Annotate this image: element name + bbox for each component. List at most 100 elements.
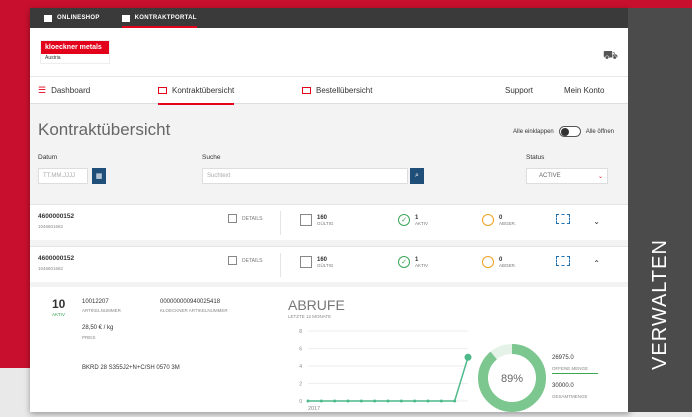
- contract-sub: 1046601662: [38, 224, 64, 229]
- tab-kontraktportal[interactable]: KONTRAKTPORTAL: [121, 8, 197, 28]
- menu-icon: ☰: [38, 85, 47, 95]
- details-link[interactable]: DETAILS: [228, 256, 262, 265]
- artikelnummer-label: ARTIKELNUMMER: [82, 308, 121, 313]
- contract-id: 4600000152: [38, 213, 75, 220]
- nav-kontraktuebersicht[interactable]: Kontraktübersicht: [158, 77, 235, 105]
- nav-label: Support: [505, 86, 534, 95]
- active-count: 10: [52, 297, 66, 311]
- kloeckner-number: 000000000940025418: [160, 299, 221, 305]
- tab-label: ONLINESHOP: [57, 15, 100, 21]
- abger-stat: 0 ABGER.: [482, 256, 516, 268]
- chevron-down-icon: ⌄: [597, 173, 603, 180]
- nav-label: Mein Konto: [564, 86, 605, 95]
- data-point: [319, 399, 323, 403]
- data-point: [453, 399, 457, 403]
- chevron-up-icon[interactable]: ⌃: [593, 259, 600, 268]
- abrufe-title: ABRUFE: [288, 297, 345, 313]
- data-point: [306, 399, 310, 403]
- switch-knob: [560, 128, 569, 136]
- abger-stat: 0 ABGER.: [482, 214, 516, 226]
- aktiv-stat: ✓ 1 AKTIV: [398, 256, 428, 268]
- nav-label: Bestellübersicht: [316, 86, 373, 95]
- calendar-button[interactable]: ▦: [92, 168, 106, 184]
- contract-row[interactable]: 4600000152 1046601662 DETAILS 160 GÜLTIG …: [30, 204, 630, 240]
- datum-label: Datum: [38, 154, 58, 161]
- nav-bestelluebersicht[interactable]: Bestellübersicht: [302, 77, 372, 104]
- contract-row[interactable]: 4600000152 1046601662 DETAILS 160 GÜLTIG …: [30, 246, 630, 282]
- preis: 28,50 € / kg: [82, 325, 114, 331]
- contract-detail: 10 AKTIV 10012207 ARTIKELNUMMER 00000000…: [30, 287, 630, 412]
- top-bar: ONLINESHOP KONTRAKTPORTAL: [30, 8, 630, 28]
- truck-icon[interactable]: ⛟: [603, 48, 618, 64]
- progress-ring: 89%: [478, 344, 546, 412]
- offene-underline: [552, 373, 598, 374]
- main-nav: ☰ Dashboard Kontraktübersicht Bestellüber…: [30, 76, 630, 105]
- pin-button[interactable]: [556, 214, 570, 224]
- abrufe-chart: 0 2 4 6 8 2017: [299, 329, 472, 412]
- logo[interactable]: kloeckner metals Austria: [40, 40, 110, 64]
- status-select[interactable]: ACTIVE ⌄: [526, 168, 608, 184]
- cart-icon: [44, 14, 52, 22]
- check-icon: ✓: [398, 256, 410, 268]
- x-tick-label: 2017: [308, 406, 320, 412]
- document-icon: [228, 256, 237, 265]
- offene-label: OFFENE MENGE: [552, 366, 589, 371]
- data-point: [399, 399, 403, 403]
- series-line: [308, 357, 469, 402]
- percent-text: 89%: [501, 373, 523, 385]
- expand-switch[interactable]: [558, 126, 581, 137]
- open-label: Alle öffnen: [585, 128, 614, 135]
- data-point: [373, 399, 377, 403]
- gesamt-label: GESAMTMENGE: [552, 394, 588, 399]
- aktiv-label: AKTIV: [415, 220, 429, 226]
- verwalten-label-wrap[interactable]: VERWALTEN: [628, 8, 692, 412]
- details-link[interactable]: DETAILS: [228, 214, 262, 223]
- page-title: Kontraktübersicht: [38, 120, 171, 139]
- order-icon: [302, 87, 311, 94]
- article-description: BKRD 28 S355J2+N+C/SH 0570 3M: [82, 365, 180, 371]
- data-point: [426, 399, 430, 403]
- tab-onlineshop[interactable]: ONLINESHOP: [44, 14, 100, 22]
- logo-subtext: Austria: [45, 55, 61, 61]
- pin-icon: [556, 214, 570, 224]
- abger-label: ABGER.: [499, 220, 517, 226]
- search-placeholder: Suchtext: [207, 173, 231, 179]
- search-input[interactable]: Suchtext: [202, 168, 408, 184]
- y-tick-label: 6: [299, 347, 302, 353]
- gueltig-label: GÜLTIG: [317, 220, 334, 226]
- logo-text: kloeckner metals: [41, 41, 109, 54]
- details-label: DETAILS: [242, 215, 263, 222]
- expand-toggle: Alle einklappen Alle öffnen: [513, 126, 614, 137]
- abger-label: ABGER.: [499, 262, 517, 268]
- preis-label: PREIS: [82, 335, 96, 340]
- tab-label: KONTRAKTPORTAL: [134, 15, 197, 21]
- status-value: ACTIVE: [539, 173, 561, 179]
- y-tick-label: 2: [299, 382, 302, 388]
- contract-id: 4600000152: [38, 255, 75, 262]
- check-icon: ✓: [398, 214, 410, 226]
- nav-label: Dashboard: [51, 86, 91, 95]
- chevron-down-icon[interactable]: ⌄: [593, 217, 600, 226]
- suche-label: Suche: [202, 154, 221, 161]
- details-label: DETAILS: [242, 257, 263, 264]
- nav-dashboard[interactable]: ☰ Dashboard: [38, 77, 90, 104]
- calendar-icon: [300, 256, 312, 268]
- calendar-icon: [300, 214, 312, 226]
- contract-icon: [158, 87, 167, 94]
- nav-label: Kontraktübersicht: [172, 86, 235, 95]
- data-point: [333, 399, 337, 403]
- nav-support[interactable]: Support: [505, 77, 533, 104]
- pin-icon: [556, 256, 570, 266]
- aktiv-stat: ✓ 1 AKTIV: [398, 214, 428, 226]
- offene-menge: 26975.0: [552, 355, 574, 361]
- data-point: [464, 353, 472, 361]
- contract-sub: 1046601662: [38, 266, 64, 271]
- active-label: AKTIV: [52, 312, 66, 317]
- search-button[interactable]: ⌕: [410, 168, 424, 184]
- collapse-label: Alle einklappen: [513, 128, 554, 135]
- datum-input[interactable]: TT.MM.JJJJ: [38, 168, 88, 184]
- gesamt-menge: 30000.0: [552, 383, 574, 389]
- nav-mein-konto[interactable]: Mein Konto: [564, 77, 604, 104]
- y-tick-label: 4: [299, 364, 302, 370]
- pin-button[interactable]: [556, 256, 570, 266]
